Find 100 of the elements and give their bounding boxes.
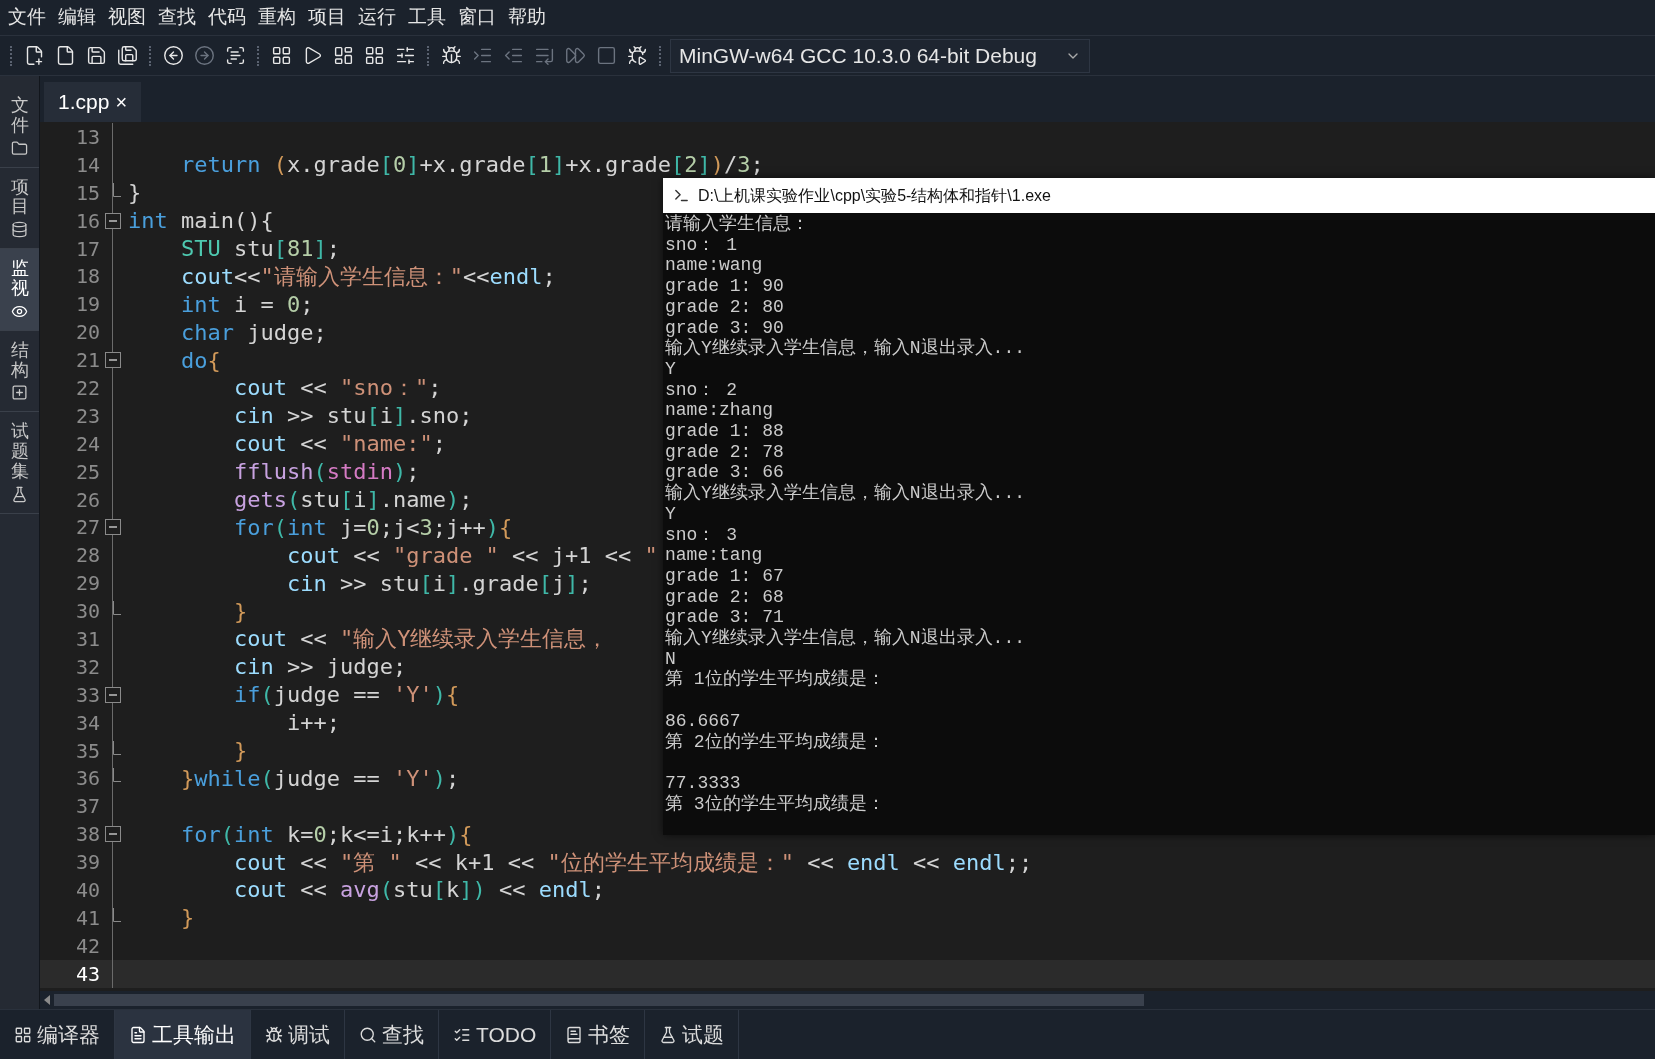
code-line: cout << "第 " << k+1 << "位的学生平均成绩是：" << endl << endl;; <box>232 848 1033 876</box>
panel-tab[interactable]: 书签 <box>551 1010 646 1059</box>
line-number: 26 <box>74 486 100 514</box>
line-number: 37 <box>74 793 100 821</box>
code-line: cout<<"请输入学生信息："<<endl; <box>179 262 556 290</box>
line-number: 14 <box>74 151 100 179</box>
menu-item[interactable]: 视图 <box>102 3 152 32</box>
compiler-dropdown[interactable]: MinGW-w64 GCC 10.3.0 64-bit Debug <box>670 38 1090 73</box>
dashboard-icon[interactable] <box>333 45 354 66</box>
panel-tab[interactable]: 查找 <box>345 1010 439 1059</box>
code-line: cout << "输入Y继续录入学生信息， <box>232 625 609 653</box>
menu-item[interactable]: 代码 <box>202 3 252 32</box>
back-icon[interactable] <box>163 45 184 66</box>
line-number: 38 <box>74 821 100 849</box>
menu-item[interactable]: 运行 <box>352 3 402 32</box>
code-line: STU stu[81]; <box>179 235 340 262</box>
line-number: 43 <box>74 960 100 988</box>
code-line: } <box>232 597 248 625</box>
line-number: 40 <box>74 877 100 904</box>
menu-item[interactable]: 编辑 <box>52 3 102 32</box>
line-number: 17 <box>74 235 100 263</box>
line-number: 16 <box>74 207 100 235</box>
code-line: } <box>179 904 195 932</box>
scan-text-icon[interactable] <box>225 45 246 66</box>
grid-icon <box>14 1025 32 1044</box>
panel-tab[interactable]: 工具输出 <box>115 1010 251 1059</box>
code-line: cout << "name:"; <box>232 430 446 458</box>
console-output: 请输入学生信息： sno： 1 name:wang grade 1: 90 grade 2: 80 grade 3: 90 输入Y继续录入学生信息，输入N退出录入... Y sno： 2 name:zhang grade 1: 88 grade 2: 78 grade 3: 66 输入Y继续录入学生信息，输入N退出录入... Y sno： 3 name:tang grade 1: 67 grade 2: 68 grade 3: 71 输入Y继续录入学生信息，输入N退出录入... N 第 1位的学生平均成绩是： 86.6667 第 2位的学生平均成绩是： 77.3333 第 3位的学生平均成绩是： <box>664 213 1026 815</box>
line-number: 30 <box>74 598 100 626</box>
code-line: for(int j=0;j<3;j++){ <box>232 513 513 541</box>
panel-tab[interactable]: 调试 <box>251 1010 345 1059</box>
code-line: cout << "sno："; <box>232 374 442 402</box>
line-number: 25 <box>74 458 100 486</box>
line-number: 13 <box>74 123 100 151</box>
fold-icon[interactable] <box>105 212 121 229</box>
line-number: 24 <box>74 430 100 458</box>
code-line: i++; <box>285 709 340 737</box>
flask-icon <box>11 485 28 503</box>
menu-item[interactable]: 重构 <box>252 3 302 32</box>
code-line: cout << "grade " << j+1 << " <box>285 541 658 569</box>
menu-item[interactable]: 文件 <box>2 3 52 32</box>
book-icon <box>565 1025 584 1044</box>
menu-item[interactable]: 工具 <box>402 3 452 32</box>
folder-icon <box>11 139 28 157</box>
file-icon[interactable] <box>55 45 76 66</box>
line-number: 20 <box>74 319 100 347</box>
sidebar-tab[interactable]: 监视 <box>0 249 39 331</box>
line-number: 33 <box>74 681 100 709</box>
bug-icon <box>265 1025 283 1044</box>
window-title: D:\上机课实验作业\cpp\实验5-结构体和指针\1.exe <box>698 185 1051 206</box>
fold-icon[interactable] <box>105 519 121 536</box>
code-line: cin >> stu[i].sno; <box>232 402 473 430</box>
close-button[interactable]: × <box>115 87 128 117</box>
menu-item[interactable]: 窗口 <box>452 3 502 32</box>
code-line: cin >> judge; <box>232 653 407 681</box>
search-icon <box>359 1025 377 1044</box>
fold-icon[interactable] <box>105 826 121 843</box>
code-line: char judge; <box>179 318 327 346</box>
fold-icon[interactable] <box>105 352 121 369</box>
horizontal-scrollbar[interactable] <box>40 991 1655 1009</box>
flask-icon <box>659 1025 678 1044</box>
sidebar-tab[interactable]: 文件 <box>0 86 39 168</box>
code-line: }while(judge == 'Y'); <box>179 764 460 792</box>
plus-square-icon <box>11 384 28 402</box>
code-line: gets(stu[i].name); <box>232 486 473 513</box>
line-number: 35 <box>74 737 100 765</box>
line-number: 39 <box>74 849 100 877</box>
code-line: int main(){ <box>128 207 274 235</box>
file-plus-icon[interactable] <box>24 45 45 66</box>
code-line: return (x.grade[0]+x.grade[1]+x.grade[2])/3; <box>179 151 764 179</box>
bug-play-icon[interactable] <box>627 45 648 66</box>
menu-item[interactable]: 查找 <box>152 3 202 32</box>
sidebar-tab[interactable]: 结构 <box>0 330 39 413</box>
grid-icon[interactable] <box>271 45 292 66</box>
terminal-icon <box>673 187 690 204</box>
line-number: 36 <box>74 765 100 793</box>
sliders-icon[interactable] <box>395 45 416 66</box>
sidebar-tab[interactable]: 试题集 <box>0 412 39 514</box>
line-number: 15 <box>74 179 100 207</box>
code-line: int i = 0; <box>179 290 314 318</box>
menu-item[interactable]: 项目 <box>302 3 352 32</box>
line-number: 21 <box>74 347 100 375</box>
code-line: cin >> stu[i].grade[j]; <box>285 569 592 597</box>
line-number: 42 <box>74 932 100 960</box>
line-number: 41 <box>74 904 100 932</box>
fold-icon[interactable] <box>105 686 121 703</box>
bug-icon[interactable] <box>441 45 462 66</box>
menu-item[interactable]: 帮助 <box>502 3 552 32</box>
line-number: 32 <box>74 653 100 681</box>
grid-icon[interactable] <box>364 45 385 66</box>
panel-tab[interactable]: TODO <box>439 1010 552 1059</box>
panel-tab[interactable]: 试题 <box>645 1010 740 1059</box>
line-number: 34 <box>74 709 100 737</box>
line-number: 29 <box>74 570 100 598</box>
save-all-icon[interactable] <box>117 45 138 66</box>
file-tab[interactable]: 1.cpp × <box>44 82 142 122</box>
line-number: 31 <box>74 626 100 653</box>
save-icon[interactable] <box>86 45 107 66</box>
line-number: 28 <box>74 542 100 570</box>
code-line: for(int k=0;k<=i;k++){ <box>179 820 473 848</box>
